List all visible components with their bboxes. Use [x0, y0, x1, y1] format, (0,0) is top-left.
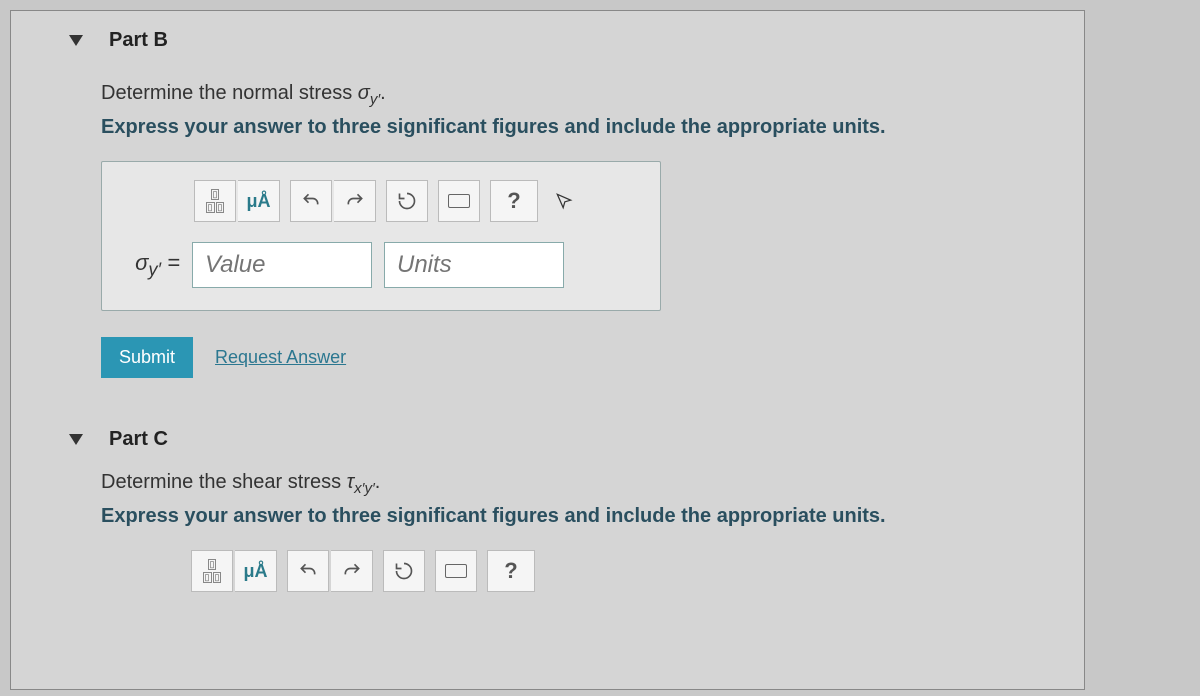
help-button[interactable]: ? — [487, 550, 535, 592]
undo-icon — [301, 191, 321, 211]
request-answer-link[interactable]: Request Answer — [215, 347, 346, 368]
undo-button[interactable] — [290, 180, 332, 222]
part-c-toolbar: ▯ ▯▯ μÅ ? — [191, 550, 1044, 592]
reset-icon — [397, 191, 417, 211]
reset-icon — [394, 561, 414, 581]
reset-button[interactable] — [386, 180, 428, 222]
undo-button[interactable] — [287, 550, 329, 592]
template-icon: ▯ ▯▯ — [203, 559, 222, 583]
redo-button[interactable] — [331, 550, 373, 592]
cursor-icon — [554, 191, 574, 211]
part-b-answer-box: ▯ ▯▯ μÅ ? — [101, 161, 661, 311]
caret-down-icon — [69, 434, 83, 445]
part-b-body: Determine the normal stress σy′. Express… — [11, 62, 1084, 398]
redo-icon — [345, 191, 365, 211]
units-input[interactable] — [384, 242, 564, 288]
submit-button[interactable]: Submit — [101, 337, 193, 378]
part-b-title: Part B — [109, 29, 168, 52]
keyboard-button[interactable] — [438, 180, 480, 222]
format-template-button[interactable]: ▯ ▯▯ — [194, 180, 236, 222]
keyboard-icon — [445, 564, 467, 578]
reset-button[interactable] — [383, 550, 425, 592]
question-panel: Part B Determine the normal stress σy′. … — [10, 10, 1085, 690]
part-b-prompt: Determine the normal stress σy′. — [101, 82, 1044, 108]
help-icon: ? — [507, 188, 520, 214]
part-c-body: Determine the shear stress τx′y′. Expres… — [11, 461, 1084, 632]
part-c-prompt: Determine the shear stress τx′y′. — [101, 471, 1044, 497]
redo-button[interactable] — [334, 180, 376, 222]
variable-label: σy′ = — [124, 250, 180, 280]
part-c-header[interactable]: Part C — [11, 398, 1084, 461]
help-button[interactable]: ? — [490, 180, 538, 222]
help-icon: ? — [504, 558, 517, 584]
part-b-toolbar: ▯ ▯▯ μÅ ? — [194, 180, 638, 222]
part-b-instruction: Express your answer to three significant… — [101, 116, 1044, 139]
caret-down-icon — [69, 35, 83, 46]
part-c-title: Part C — [109, 428, 168, 451]
keyboard-icon — [448, 194, 470, 208]
pointer-button[interactable] — [540, 180, 588, 222]
part-b-header[interactable]: Part B — [11, 11, 1084, 62]
part-b-submit-row: Submit Request Answer — [101, 337, 1044, 378]
undo-icon — [298, 561, 318, 581]
part-b-input-row: σy′ = — [124, 242, 638, 288]
part-c-instruction: Express your answer to three significant… — [101, 505, 1044, 528]
redo-icon — [342, 561, 362, 581]
value-input[interactable] — [192, 242, 372, 288]
units-symbol-button[interactable]: μÅ — [235, 550, 277, 592]
units-symbol-button[interactable]: μÅ — [238, 180, 280, 222]
template-icon: ▯ ▯▯ — [206, 189, 225, 213]
format-template-button[interactable]: ▯ ▯▯ — [191, 550, 233, 592]
keyboard-button[interactable] — [435, 550, 477, 592]
